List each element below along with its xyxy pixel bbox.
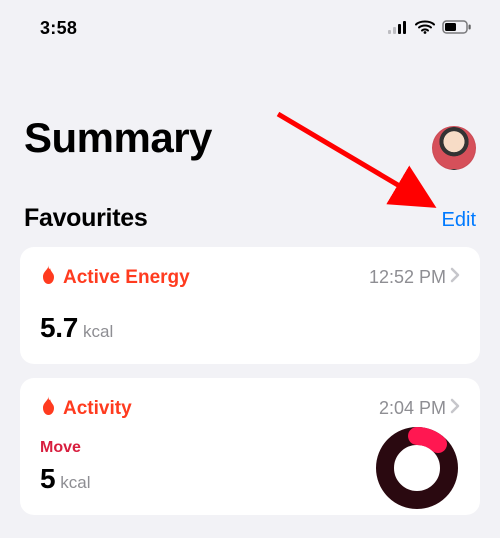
card-title: Active Energy [63,267,190,289]
activity-ring-icon [376,427,458,509]
status-bar: 3:58 [0,0,500,39]
card-timestamp: 2:04 PM [379,398,446,419]
card-title: Activity [63,398,132,420]
cellular-icon [388,18,408,39]
card-active-energy[interactable]: Active Energy 12:52 PM 5.7 kcal [20,247,480,364]
favourites-header: Favourites Edit [0,162,500,247]
flame-icon [40,265,57,290]
metric-unit: kcal [60,473,90,493]
metric-value: 5 [40,463,55,495]
wifi-icon [415,18,435,39]
status-icons [388,18,472,39]
metric-unit: kcal [83,322,113,342]
metric-value: 5.7 [40,312,78,344]
page-title: Summary [24,114,500,162]
profile-avatar[interactable] [432,126,476,170]
chevron-right-icon [450,398,460,419]
chevron-right-icon [450,267,460,288]
status-time: 3:58 [40,18,77,39]
flame-icon [40,396,57,421]
favourites-title: Favourites [24,204,147,233]
edit-button[interactable]: Edit [442,209,476,232]
battery-icon [442,18,472,39]
card-activity[interactable]: Activity 2:04 PM Move 5 kcal [20,378,480,515]
card-timestamp: 12:52 PM [369,267,446,288]
